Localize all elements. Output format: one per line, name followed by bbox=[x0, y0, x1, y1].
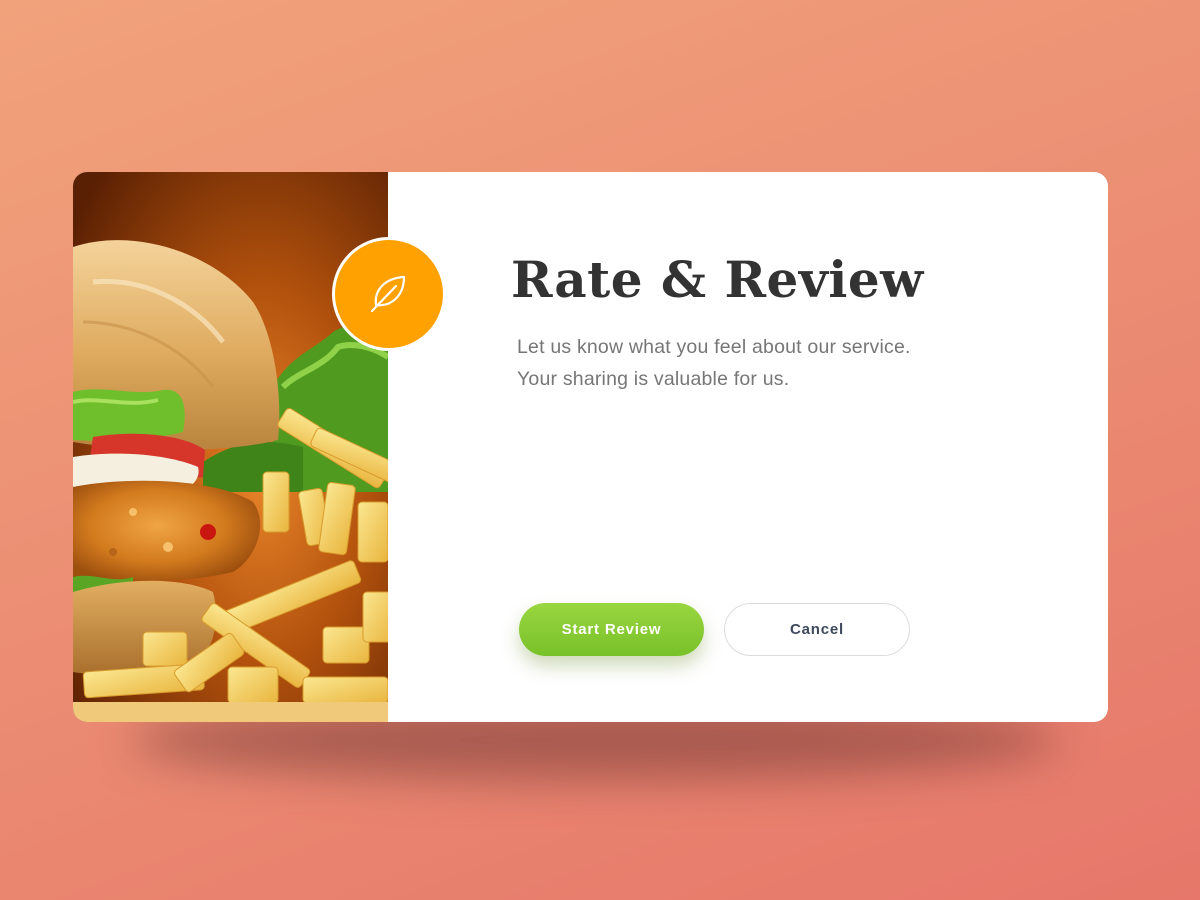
dialog-description-line-2: Your sharing is valuable for us. bbox=[517, 368, 790, 390]
dialog-title: Rate & Review bbox=[511, 250, 924, 309]
dialog-description-line-1: Let us know what you feel about our serv… bbox=[517, 336, 911, 358]
start-review-button[interactable]: Start Review bbox=[519, 603, 704, 656]
burger-and-fries-photo bbox=[73, 172, 388, 722]
cancel-button[interactable]: Cancel bbox=[724, 603, 910, 656]
leaf-badge bbox=[332, 237, 446, 351]
leaf-icon bbox=[364, 267, 414, 321]
